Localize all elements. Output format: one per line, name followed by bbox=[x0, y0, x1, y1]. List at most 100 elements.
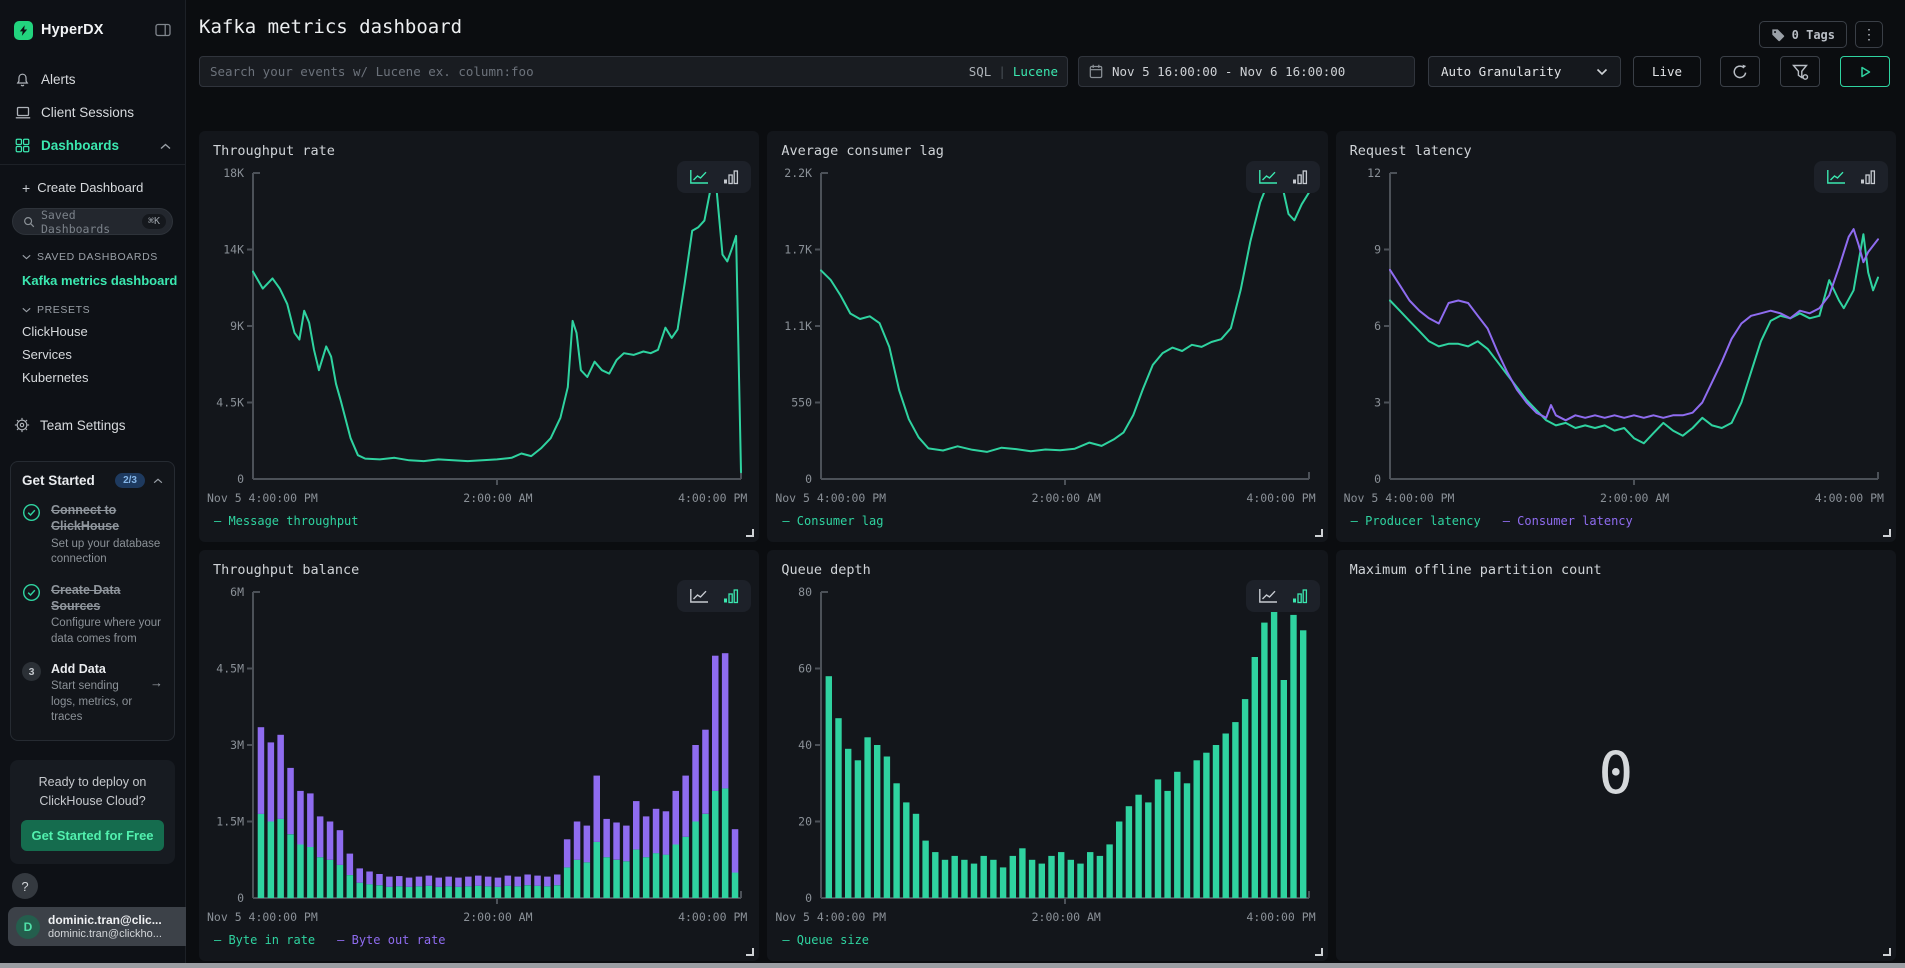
svg-text:0: 0 bbox=[805, 472, 812, 486]
legend-item[interactable]: — Consumer lag bbox=[782, 514, 883, 528]
filter-icon bbox=[1792, 64, 1809, 80]
filter-button[interactable] bbox=[1780, 56, 1820, 87]
chevron-up-icon[interactable] bbox=[153, 478, 163, 484]
play-icon bbox=[1859, 65, 1872, 79]
bar-chart-toggle-icon[interactable] bbox=[1860, 169, 1876, 185]
sidebar-item-team-settings[interactable]: Team Settings bbox=[14, 417, 185, 433]
resize-handle[interactable] bbox=[746, 529, 754, 537]
logo-row: HyperDX bbox=[0, 0, 185, 44]
chart-legend: — Producer latency — Consumer latency bbox=[1351, 514, 1633, 528]
x-axis-labels: Nov 5 4:00:00 PM2:00:00 AM4:00:00 PM bbox=[207, 491, 747, 505]
chevron-down-icon bbox=[1596, 68, 1608, 76]
resize-handle[interactable] bbox=[1315, 948, 1323, 956]
saved-dashboards-section-header[interactable]: SAVED DASHBOARDS bbox=[0, 235, 185, 263]
bar-chart-toggle-icon[interactable] bbox=[723, 169, 739, 185]
line-chart-toggle-icon[interactable] bbox=[1826, 169, 1846, 185]
live-button[interactable]: Live bbox=[1633, 56, 1701, 87]
run-query-button[interactable] bbox=[1840, 56, 1890, 87]
chart-panel: Throughput rate04.5K9K14K18KNov 5 4:00:0… bbox=[199, 131, 759, 542]
step-desc: Set up your database connection bbox=[51, 537, 163, 568]
svg-text:14K: 14K bbox=[223, 243, 244, 257]
chart-plot-area[interactable]: 036912 bbox=[1344, 165, 1884, 489]
svg-text:6: 6 bbox=[1374, 319, 1381, 333]
chart-plot-area[interactable]: 01.5M3M4.5M6M bbox=[207, 584, 747, 908]
language-divider: | bbox=[998, 64, 1006, 79]
granularity-select[interactable]: Auto Granularity bbox=[1428, 56, 1621, 87]
resize-handle[interactable] bbox=[746, 948, 754, 956]
shortcut-badge: ⌘K bbox=[142, 214, 166, 229]
step-title: Create Data Sources bbox=[51, 582, 163, 615]
sidebar: HyperDX Alerts Client Sessions Dashboard… bbox=[0, 0, 186, 968]
dashboard-menu-button[interactable]: ⋮ bbox=[1855, 21, 1883, 48]
date-range-picker[interactable]: Nov 5 16:00:00 - Nov 6 16:00:00 bbox=[1078, 56, 1415, 87]
user-account-chip[interactable]: D dominic.tran@clic... dominic.tran@clic… bbox=[8, 907, 186, 946]
svg-text:1.7K: 1.7K bbox=[785, 243, 813, 257]
legend-item[interactable]: — Byte out rate bbox=[337, 933, 445, 947]
sidebar-item-client-sessions[interactable]: Client Sessions bbox=[0, 96, 185, 129]
svg-text:3: 3 bbox=[1374, 396, 1381, 410]
svg-text:2.2K: 2.2K bbox=[785, 166, 813, 180]
x-axis-labels: Nov 5 4:00:00 PM2:00:00 AM4:00:00 PM bbox=[775, 491, 1315, 505]
saved-dashboards-search-input[interactable]: Saved Dashboards ⌘K bbox=[12, 208, 173, 235]
resize-handle[interactable] bbox=[1315, 529, 1323, 537]
sql-toggle[interactable]: SQL bbox=[969, 64, 992, 79]
cloud-card-text-line1: Ready to deploy on bbox=[39, 775, 147, 789]
chevron-up-icon bbox=[160, 138, 171, 153]
sidebar-item-dashboards[interactable]: Dashboards bbox=[0, 129, 185, 162]
calendar-icon bbox=[1089, 64, 1103, 79]
chart-legend: — Queue size bbox=[782, 933, 869, 947]
gear-icon bbox=[14, 417, 30, 433]
get-started-step[interactable]: Connect to ClickHouse Set up your databa… bbox=[22, 502, 163, 568]
metric-value: 0 bbox=[1336, 550, 1896, 961]
chart-legend: — Consumer lag bbox=[782, 514, 883, 528]
line-chart-toggle-icon[interactable] bbox=[1258, 588, 1278, 604]
chart-plot-area[interactable]: 04.5K9K14K18K bbox=[207, 165, 747, 489]
legend-item[interactable]: — Byte in rate bbox=[214, 933, 315, 947]
dashboards-grid-icon bbox=[14, 138, 31, 153]
sidebar-item-alerts[interactable]: Alerts bbox=[0, 63, 185, 96]
sidebar-item-clickhouse[interactable]: ClickHouse bbox=[0, 316, 185, 339]
tag-icon bbox=[1771, 28, 1785, 42]
legend-item[interactable]: — Consumer latency bbox=[1503, 514, 1633, 528]
chart-plot-area[interactable]: 05501.1K1.7K2.2K bbox=[775, 165, 1315, 489]
get-started-free-button[interactable]: Get Started for Free bbox=[21, 820, 164, 851]
sidebar-item-kafka-dashboard[interactable]: Kafka metrics dashboard bbox=[0, 263, 185, 288]
get-started-step[interactable]: 3 Add Data Start sending logs, metrics, … bbox=[22, 661, 163, 726]
legend-item[interactable]: — Message throughput bbox=[214, 514, 359, 528]
sidebar-item-label: Dashboards bbox=[41, 138, 119, 153]
bar-chart-toggle-icon[interactable] bbox=[723, 588, 739, 604]
sidebar-item-label: Client Sessions bbox=[41, 105, 134, 120]
chart-toolbar bbox=[1814, 161, 1888, 193]
bell-icon bbox=[14, 72, 31, 88]
search-icon bbox=[23, 216, 35, 228]
sidebar-collapse-icon[interactable] bbox=[155, 23, 171, 37]
line-chart-toggle-icon[interactable] bbox=[689, 169, 709, 185]
help-button[interactable]: ? bbox=[12, 873, 38, 899]
line-chart-toggle-icon[interactable] bbox=[1258, 169, 1278, 185]
chart-legend: — Byte in rate — Byte out rate bbox=[214, 933, 446, 947]
line-chart-toggle-icon[interactable] bbox=[689, 588, 709, 604]
lucene-toggle[interactable]: Lucene bbox=[1013, 64, 1058, 79]
horizontal-scrollbar[interactable] bbox=[0, 963, 1905, 968]
bar-chart-toggle-icon[interactable] bbox=[1292, 169, 1308, 185]
resize-handle[interactable] bbox=[1883, 529, 1891, 537]
chart-title: Request latency bbox=[1350, 143, 1472, 159]
progress-badge: 2/3 bbox=[115, 473, 145, 488]
chart-plot-area[interactable]: 020406080 bbox=[775, 584, 1315, 908]
search-input[interactable] bbox=[199, 56, 1068, 87]
refresh-button[interactable] bbox=[1720, 56, 1760, 87]
tags-button[interactable]: 0 Tags bbox=[1759, 21, 1847, 48]
get-started-step[interactable]: Create Data Sources Configure where your… bbox=[22, 582, 163, 648]
legend-item[interactable]: — Queue size bbox=[782, 933, 869, 947]
sidebar-item-services[interactable]: Services bbox=[0, 339, 185, 362]
bar-chart-toggle-icon[interactable] bbox=[1292, 588, 1308, 604]
legend-item[interactable]: — Producer latency bbox=[1351, 514, 1481, 528]
create-dashboard-button[interactable]: + Create Dashboard bbox=[0, 165, 185, 199]
date-range-value: Nov 5 16:00:00 - Nov 6 16:00:00 bbox=[1112, 64, 1345, 79]
sidebar-item-kubernetes[interactable]: Kubernetes bbox=[0, 362, 185, 385]
svg-text:20: 20 bbox=[798, 815, 812, 829]
svg-text:12: 12 bbox=[1367, 166, 1381, 180]
svg-text:4.5M: 4.5M bbox=[216, 662, 244, 676]
presets-section-header[interactable]: PRESETS bbox=[0, 288, 185, 316]
step-title: Connect to ClickHouse bbox=[51, 502, 163, 535]
